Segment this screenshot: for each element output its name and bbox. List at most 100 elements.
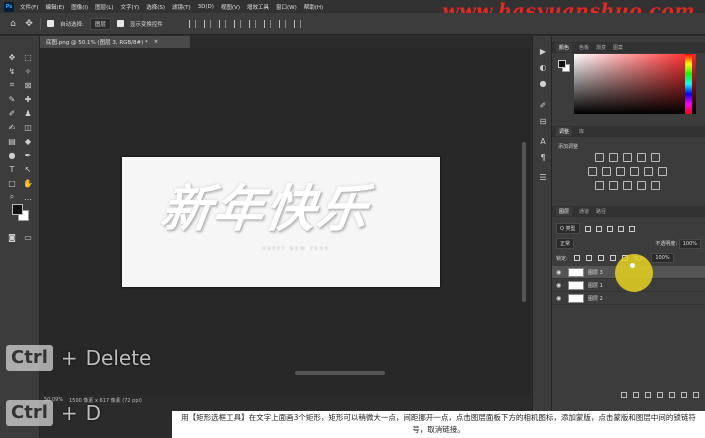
menu-file[interactable]: 文件(F) (20, 3, 38, 11)
layer-filter-dropdown[interactable]: Q 类型 (556, 223, 580, 234)
rectangle-icon[interactable]: □ (6, 178, 18, 188)
photoshop-logo[interactable]: Ps (4, 1, 14, 12)
blend-mode-dropdown[interactable]: 正常 (556, 238, 575, 249)
align-top-icon[interactable] (233, 19, 241, 28)
align-left-icon[interactable] (188, 19, 196, 28)
menu-edit[interactable]: 编辑(E) (45, 3, 64, 11)
move-icon[interactable]: ✥ (6, 52, 18, 62)
tab-layers[interactable]: 图层 (556, 207, 573, 216)
screen-mode-icon[interactable]: ▭ (22, 232, 34, 242)
crop-icon[interactable]: ⌗ (6, 80, 18, 90)
hue-slider[interactable] (685, 54, 692, 114)
lock-image-icon[interactable] (585, 255, 592, 261)
move-tool-icon[interactable]: ✥ (24, 19, 34, 29)
align-right-icon[interactable] (218, 19, 226, 28)
filter-type-icon[interactable] (606, 225, 613, 232)
tab-paths[interactable]: 路径 (596, 208, 606, 215)
distribute-icon[interactable] (278, 19, 286, 28)
align-middle-icon[interactable] (248, 19, 256, 28)
tab-libraries[interactable]: 库 (579, 128, 584, 135)
gradient-map-icon[interactable] (650, 181, 660, 190)
tab-patterns[interactable]: 图案 (613, 44, 623, 51)
menu-help[interactable]: 帮助(H) (304, 3, 323, 11)
curves-icon[interactable] (622, 153, 632, 162)
paragraph-icon[interactable]: ¶ (538, 152, 548, 162)
color-balance-icon[interactable] (601, 167, 611, 176)
frame-icon[interactable]: ⊠ (22, 80, 34, 90)
foreground-color-swatch[interactable] (12, 204, 23, 215)
black-white-icon[interactable] (615, 167, 625, 176)
horizontal-scrollbar[interactable] (295, 371, 385, 375)
panel-foreground-swatch[interactable] (558, 60, 566, 68)
more-tools-icon[interactable]: … (22, 192, 34, 202)
tab-color[interactable]: 颜色 (556, 43, 573, 52)
brush-settings-icon[interactable]: ✐ (538, 100, 548, 110)
photo-filter-icon[interactable] (629, 167, 639, 176)
fill-input[interactable]: 100% (651, 253, 674, 263)
palette-icon[interactable]: ◐ (538, 62, 548, 72)
channel-mixer-icon[interactable] (643, 167, 653, 176)
transform-controls-checkbox[interactable] (116, 20, 124, 27)
selective-color-icon[interactable] (636, 181, 646, 190)
filter-pixel-icon[interactable] (584, 225, 591, 232)
eraser-icon[interactable]: ◫ (22, 122, 34, 132)
eye-icon[interactable]: ◉ (556, 269, 564, 276)
blur-icon[interactable]: ◆ (22, 136, 34, 146)
group-icon[interactable] (669, 392, 675, 398)
menu-select[interactable]: 选择(S) (146, 3, 165, 11)
new-layer-icon[interactable] (681, 392, 687, 398)
clone-source-icon[interactable]: ⊟ (538, 116, 548, 126)
align-center-icon[interactable] (203, 19, 211, 28)
home-icon[interactable]: ⌂ (8, 19, 18, 29)
distribute-vertical-icon[interactable] (293, 19, 301, 28)
add-mask-icon[interactable] (645, 392, 651, 398)
magic-wand-icon[interactable]: ✧ (22, 66, 34, 76)
sphere-icon[interactable]: ● (538, 78, 548, 88)
lock-position-icon[interactable] (597, 255, 604, 261)
link-layers-icon[interactable] (621, 392, 627, 398)
menu-layer[interactable]: 图层(L) (95, 3, 113, 11)
lock-artboard-icon[interactable] (609, 255, 616, 261)
lock-transparent-icon[interactable] (573, 255, 580, 261)
eyedropper-icon[interactable]: ✎ (6, 94, 18, 104)
stamp-icon[interactable]: ♟ (22, 108, 34, 118)
marquee-icon[interactable]: ⬚ (22, 52, 34, 62)
pen-icon[interactable]: ✒ (22, 150, 34, 160)
layer-row-2[interactable]: ◉ 图层 2 (552, 292, 705, 305)
history-brush-icon[interactable]: ✍ (6, 122, 18, 132)
adjustment-layer-icon[interactable] (657, 392, 663, 398)
tab-swatches[interactable]: 色板 (579, 44, 589, 51)
gradient-icon[interactable]: ▤ (6, 136, 18, 146)
filter-shape-icon[interactable] (617, 225, 624, 232)
tab-gradients[interactable]: 渐变 (596, 44, 606, 51)
canvas[interactable]: 新年快乐 HAPPY NEW YEAR (122, 157, 440, 287)
tab-adjustments[interactable]: 调整 (556, 127, 573, 136)
levels-icon[interactable] (608, 153, 618, 162)
zoom-icon[interactable]: ⌕ (6, 192, 18, 202)
type-icon[interactable]: T (6, 164, 18, 174)
auto-select-checkbox[interactable] (47, 20, 54, 27)
brush-icon[interactable]: ✐ (6, 108, 18, 118)
color-lookup-icon[interactable] (657, 167, 667, 176)
menu-window[interactable]: 窗口(W) (276, 3, 297, 11)
quick-mask-icon[interactable]: ◙ (6, 232, 18, 242)
posterize-icon[interactable] (608, 181, 618, 190)
opacity-input[interactable]: 100% (678, 239, 701, 249)
menu-view[interactable]: 视图(V) (221, 3, 240, 11)
hand-icon[interactable]: ✋ (22, 178, 34, 188)
trash-icon[interactable] (693, 392, 699, 398)
lasso-icon[interactable]: ↯ (6, 66, 18, 76)
healing-icon[interactable]: ✚ (22, 94, 34, 104)
brightness-icon[interactable] (594, 153, 604, 162)
eye-icon[interactable]: ◉ (556, 295, 564, 302)
play-icon[interactable]: ▶ (538, 46, 548, 56)
filter-smart-icon[interactable] (628, 225, 635, 232)
color-picker-field[interactable] (574, 54, 696, 114)
align-bottom-icon[interactable] (263, 19, 271, 28)
menu-3d[interactable]: 3D(D) (198, 4, 214, 10)
threshold-icon[interactable] (622, 181, 632, 190)
menu-image[interactable]: 图像(I) (71, 3, 88, 11)
document-tab[interactable]: 底图.png @ 50.1% (图层 3, RGB/8#) * × (40, 36, 190, 48)
eye-icon[interactable]: ◉ (556, 282, 564, 289)
close-icon[interactable]: × (154, 39, 159, 45)
